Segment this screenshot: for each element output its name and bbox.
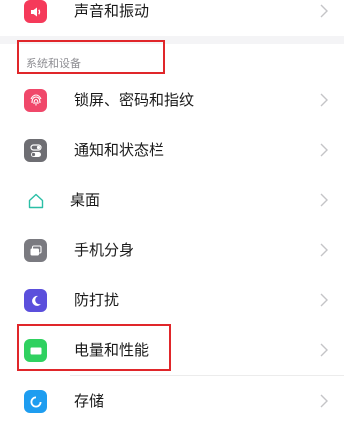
settings-item-sound[interactable]: 声音和振动 [0,0,344,36]
moon-icon [24,289,47,312]
settings-item-label: 存储 [74,392,105,410]
chevron-right-icon [320,394,328,408]
settings-item-do-not-disturb[interactable]: 防打扰 [0,275,344,325]
toggle-icon [24,139,47,162]
storage-icon [24,390,47,413]
settings-item-label: 锁屏、密码和指纹 [74,91,195,109]
settings-item-label: 手机分身 [74,241,135,259]
speaker-icon [24,0,47,23]
chevron-right-icon [320,193,328,207]
settings-item-battery[interactable]: 电量和性能 [0,325,344,375]
section-separator [0,36,344,44]
chevron-right-icon [320,293,328,307]
chevron-right-icon [320,143,328,157]
settings-item-label: 电量和性能 [74,341,150,359]
home-icon [24,189,47,212]
settings-item-label: 通知和状态栏 [74,141,165,159]
settings-item-desktop[interactable]: 桌面 [0,175,344,225]
chevron-right-icon [320,343,328,357]
settings-item-storage[interactable]: 存储 [0,376,344,426]
battery-icon [24,339,47,362]
settings-item-label: 防打扰 [74,291,120,309]
dual-phone-icon [24,239,47,262]
section-title: 系统和设备 [26,57,81,70]
chevron-right-icon [320,243,328,257]
settings-item-lockscreen[interactable]: 锁屏、密码和指纹 [0,75,344,125]
fingerprint-icon [24,89,47,112]
settings-item-phone-clone[interactable]: 手机分身 [0,225,344,275]
settings-item-label: 声音和振动 [74,2,150,20]
chevron-right-icon [320,93,328,107]
chevron-right-icon [320,4,328,18]
settings-item-notifications[interactable]: 通知和状态栏 [0,125,344,175]
settings-item-label: 桌面 [70,191,101,209]
